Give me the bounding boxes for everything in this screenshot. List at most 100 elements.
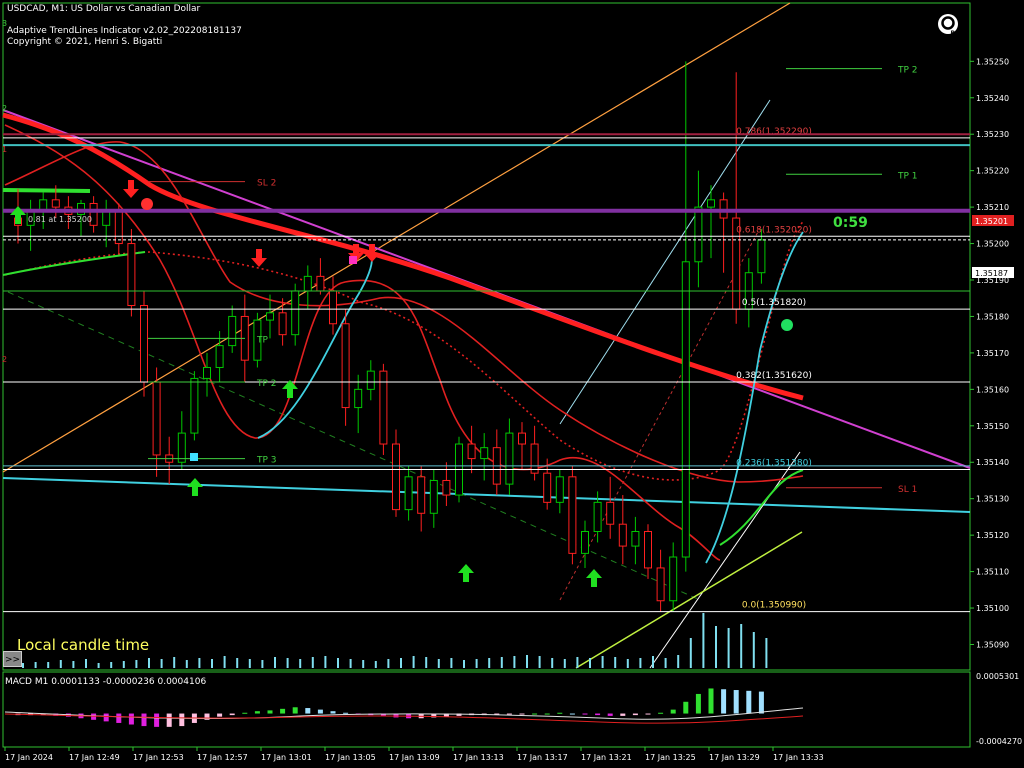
candle-body (429, 479, 438, 514)
fib-label: 0.382(1.351620) (736, 371, 812, 381)
macd-bar (670, 709, 676, 714)
candle-body (316, 275, 325, 292)
price-tick-label: 1.35170 (976, 349, 1009, 358)
price-tick-label: 1.35180 (976, 312, 1009, 321)
macd-bar (343, 712, 349, 714)
time-axis: 17 Jan 2024 17 Jan 12:49 17 Jan 12:53 17 Ja… (4, 747, 824, 762)
macd-bar (695, 693, 701, 714)
macd-bar (595, 713, 601, 716)
candle-body (656, 567, 665, 602)
price-tick-label: 1.35110 (976, 568, 1009, 577)
candle-body (669, 556, 678, 602)
sell-arrow-icon (364, 244, 380, 262)
candle-body (152, 381, 161, 456)
green-dashed-channel (7, 291, 701, 601)
time-tick-label: 17 Jan 13:01 (261, 753, 312, 762)
candle-body (707, 199, 715, 208)
local-time-label: Local candle time (17, 636, 149, 654)
main-frame (2, 2, 971, 671)
target-label: SL 1 (898, 485, 917, 495)
buy-arrow-icon (10, 206, 26, 224)
macd-bar (141, 713, 147, 727)
time-tick-label: 17 Jan 13:05 (325, 753, 376, 762)
macd-bar (733, 690, 739, 714)
macd-bar (229, 713, 235, 716)
macd-histogram (4, 688, 804, 727)
macd-bar (166, 713, 172, 727)
price-tick-label: 1.35140 (976, 458, 1009, 467)
pink-marker (349, 256, 357, 264)
candle-body (417, 476, 426, 514)
cyan-marker (190, 453, 198, 461)
candle-body (606, 501, 615, 525)
macd-axis-top: 0.0005301 (976, 672, 1019, 681)
buy-arrow-icon (586, 569, 602, 587)
cyan-trendline (2, 477, 971, 513)
countdown-label: 0:59 (833, 215, 868, 231)
price-tick-label: 1.35200 (976, 240, 1009, 249)
target-label: TP (256, 335, 268, 345)
ask-tag: 1.35187 (972, 267, 1014, 278)
price-note: 0.81 at 1.35200 (28, 215, 92, 224)
candle-body (51, 199, 60, 208)
left-label-2b: 2 (2, 355, 7, 364)
candle-body (278, 312, 287, 336)
thick-green-segment (2, 188, 91, 193)
macd-bar (658, 712, 664, 714)
macd-bar (116, 713, 122, 723)
candle-body (694, 206, 703, 263)
buy-arrow-icon (187, 478, 203, 496)
fib-label: 0.786(1.352290) (736, 127, 812, 137)
price-axis: 1.35250 1.35240 1.35230 1.35220 1.35210 1.352… (970, 57, 1009, 649)
buy-arrow-icon (282, 380, 298, 398)
candle-body (392, 443, 400, 511)
fib-label: 0.618(1.352020) (736, 225, 812, 235)
scroll-to-end-button[interactable]: >> (3, 651, 22, 667)
price-tick-label: 1.35130 (976, 495, 1009, 504)
time-tick-label: 17 Jan 12:49 (69, 753, 120, 762)
svg-text:1.35187: 1.35187 (975, 269, 1008, 278)
logo-icon: B (938, 14, 958, 36)
macd-bar (557, 712, 563, 714)
price-tick-label: 1.35220 (976, 167, 1009, 176)
candle-body (177, 432, 186, 463)
macd-bar (532, 713, 538, 715)
candle-body (303, 275, 312, 292)
macd-bar (721, 689, 727, 714)
price-tick-label: 1.35210 (976, 203, 1009, 212)
macd-bar (103, 713, 109, 722)
macd-bar (506, 713, 512, 715)
time-tick-label: 17 Jan 13:13 (453, 753, 504, 762)
fib-levels: 0.786(1.352290) 0.618(1.352020) 0.5(1.3518… (3, 66, 970, 613)
price-tick-label: 1.35230 (976, 130, 1009, 139)
candle-body (631, 530, 640, 547)
indicator-lines (2, 2, 971, 669)
macd-bar (632, 713, 638, 716)
macd-bar (683, 701, 689, 714)
macd-bar (91, 713, 97, 720)
left-label-1: 1 (2, 145, 7, 154)
candle-body (568, 476, 577, 554)
macd-bar (758, 691, 764, 714)
time-tick-label: 17 Jan 12:53 (133, 753, 184, 762)
macd-bar (242, 712, 248, 714)
macd-bar (607, 713, 613, 716)
macd-bar (746, 690, 752, 714)
candle-body (618, 523, 627, 547)
buy-arrow-icon (458, 564, 474, 582)
candle-body (581, 530, 589, 554)
candle-body (757, 239, 766, 274)
candle-body (215, 345, 224, 368)
sell-arrow-icon (251, 249, 267, 267)
candle-body (480, 447, 489, 460)
time-tick-label: 17 Jan 13:33 (773, 753, 824, 762)
candle-body (114, 210, 123, 245)
macd-bar (620, 713, 626, 716)
macd-bar (569, 713, 575, 715)
chart-canvas[interactable]: 0.786(1.352290) 0.618(1.352020) 0.5(1.3518… (0, 0, 1024, 768)
price-tick-label: 1.35090 (976, 640, 1009, 649)
macd-bar (280, 708, 286, 714)
macd-bar (708, 688, 714, 714)
candle-body (518, 432, 526, 445)
red-dotted-line (559, 227, 761, 601)
